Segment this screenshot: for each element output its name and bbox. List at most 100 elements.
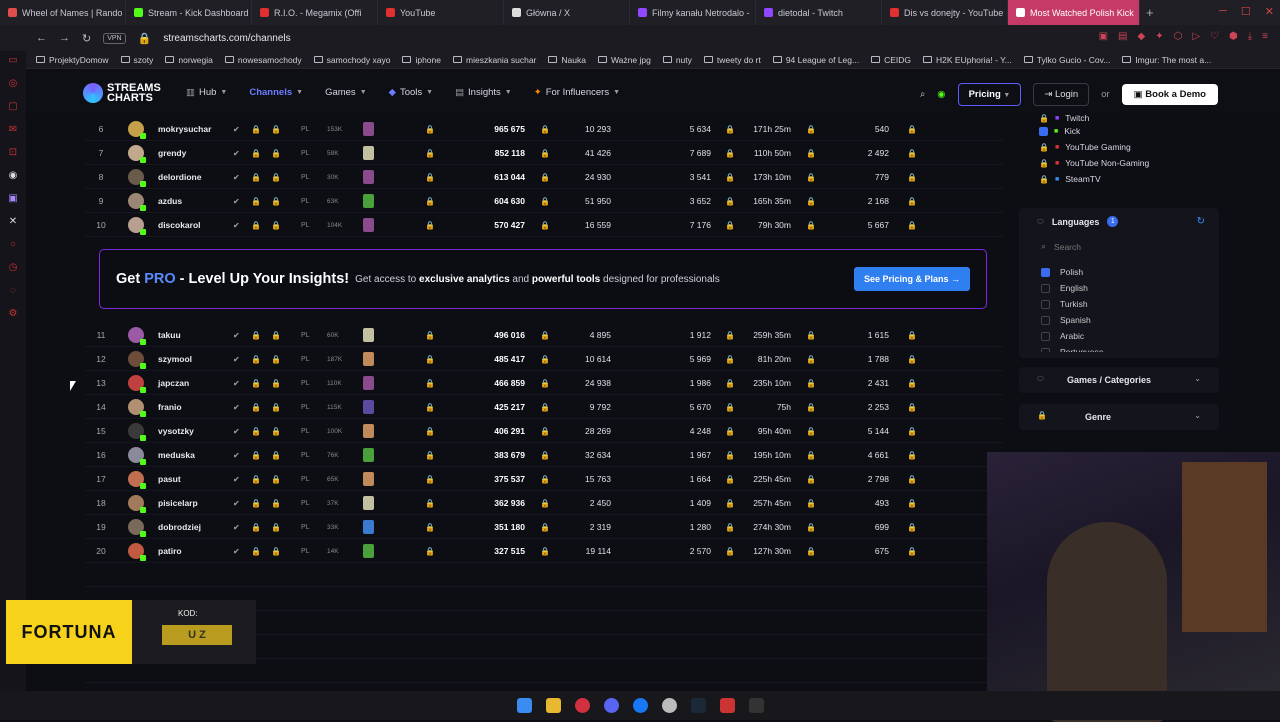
login-button[interactable]: ⇥ Login (1033, 83, 1090, 106)
bookmark-item[interactable]: Ważne jpg (597, 55, 651, 65)
channel-name-link[interactable]: takuu (158, 323, 181, 347)
sidebar-app-icon[interactable]: ◉ (9, 170, 18, 181)
bookmark-item[interactable]: tweety do rt (703, 55, 761, 65)
extension-icon[interactable]: ⬢ (1229, 31, 1238, 42)
avatar[interactable] (128, 471, 146, 489)
bookmark-item[interactable]: nuty (662, 55, 692, 65)
heart-icon[interactable]: ♡ (1210, 31, 1219, 42)
menu-icon[interactable]: ≡ (1262, 31, 1268, 42)
sidebar-app-icon[interactable]: ⊡ (9, 147, 17, 158)
avatar[interactable] (128, 351, 146, 369)
bookmark-item[interactable]: szoty (120, 55, 153, 65)
table-row[interactable]: 11 takuu ✔ 🔒 🔒 PL 60K 🔒 🔒 🔒 🔒 496 016 4 895 1 912 259h… (85, 323, 1003, 347)
genre-panel[interactable]: 🔒 Genre ⌄ (1019, 404, 1219, 430)
extension-icon[interactable]: ▤ (1118, 31, 1127, 42)
bookmark-item[interactable]: samochody xayo (313, 55, 390, 65)
game-thumbnail[interactable] (363, 194, 374, 208)
sidebar-app-icon[interactable]: ○ (10, 239, 16, 250)
see-pricing-button[interactable]: See Pricing & Plans → (853, 267, 970, 291)
table-row[interactable]: 6 mokrysuchar ✔ 🔒 🔒 PL 153K 🔒 🔒 🔒 🔒 965 675 10 293 5 … (85, 117, 1003, 141)
avatar[interactable] (128, 447, 146, 465)
channel-name-link[interactable]: patiro (158, 539, 182, 563)
table-row[interactable]: 12 szymool ✔ 🔒 🔒 PL 187K 🔒 🔒 🔒 🔒 485 417 10 614 5 969… (85, 347, 1003, 371)
avatar[interactable] (128, 327, 146, 345)
bookmark-item[interactable]: Tylko Gucio - Cov... (1023, 55, 1110, 65)
reset-icon[interactable]: ↻ (1197, 216, 1205, 227)
nav-channels[interactable]: Channels ▼ (249, 87, 303, 98)
browser-tab[interactable]: dietodal - Twitch (756, 0, 882, 25)
bookmark-item[interactable]: norwegia (165, 55, 213, 65)
sidebar-app-icon[interactable]: ◎ (9, 78, 18, 89)
channel-name-link[interactable]: delordione (158, 165, 201, 189)
table-row[interactable]: 20 patiro ✔ 🔒 🔒 PL 14K 🔒 🔒 🔒 🔒 327 515 19 114 2 570 12… (85, 539, 1003, 563)
game-thumbnail[interactable] (363, 376, 374, 390)
checkbox[interactable] (1041, 267, 1050, 277)
game-thumbnail[interactable] (363, 496, 374, 510)
opera-browser-icon[interactable] (574, 698, 590, 713)
nav-influencers[interactable]: ✦ For Influencers ▼ (534, 87, 620, 98)
language-search[interactable]: ⌕ Search (1041, 241, 1081, 252)
game-thumbnail[interactable] (363, 448, 374, 462)
language-filter-item[interactable]: Arabic (1019, 328, 1219, 344)
game-thumbnail[interactable] (363, 520, 374, 534)
bookmark-item[interactable]: mieszkania suchar (453, 55, 536, 65)
platform-filter-item[interactable]: ■ Kick (1019, 123, 1219, 139)
game-thumbnail[interactable] (363, 122, 374, 136)
table-row[interactable]: 10 discokarol ✔ 🔒 🔒 PL 104K 🔒 🔒 🔒 🔒 570 427 16 559 7 … (85, 213, 1003, 237)
forward-icon[interactable]: → (59, 32, 70, 44)
checkbox[interactable] (1041, 299, 1050, 309)
browser-tab[interactable]: Wheel of Names | Rando (0, 0, 126, 25)
table-row[interactable]: 19 dobrodziej ✔ 🔒 🔒 PL 33K 🔒 🔒 🔒 🔒 351 180 2 319 1 28… (85, 515, 1003, 539)
bookmark-item[interactable]: 94 League of Leg... (772, 55, 859, 65)
avatar[interactable] (128, 193, 146, 211)
channel-name-link[interactable]: dobrodziej (158, 515, 201, 539)
nav-hub[interactable]: ▥ Hub ▼ (186, 87, 227, 98)
avatar[interactable] (128, 145, 146, 163)
platform-filter-item[interactable]: 🔒 ■ SteamTV (1019, 171, 1219, 187)
platform-filter-item[interactable]: 🔒 ■ Twitch (1019, 113, 1219, 123)
table-row[interactable]: 7 grendy ✔ 🔒 🔒 PL 58K 🔒 🔒 🔒 🔒 852 118 41 426 7 689 110… (85, 141, 1003, 165)
vpn-app-icon[interactable] (719, 698, 735, 713)
table-row[interactable]: 9 azdus ✔ 🔒 🔒 PL 63K 🔒 🔒 🔒 🔒 604 630 51 950 3 652 165h… (85, 189, 1003, 213)
sidebar-app-icon[interactable]: ◷ (9, 262, 18, 273)
channel-name-link[interactable]: franio (158, 395, 182, 419)
game-thumbnail[interactable] (363, 218, 374, 232)
back-icon[interactable]: ← (36, 32, 47, 44)
channel-name-link[interactable]: pisicelarp (158, 491, 198, 515)
avatar[interactable] (128, 543, 146, 561)
channel-name-link[interactable]: meduska (158, 443, 195, 467)
avatar[interactable] (128, 217, 146, 235)
channel-name-link[interactable]: japczan (158, 371, 189, 395)
game-thumbnail[interactable] (363, 146, 374, 160)
minimize-icon[interactable]: ─ (1219, 5, 1227, 18)
checkbox[interactable] (1041, 331, 1050, 341)
channel-name-link[interactable]: szymool (158, 347, 192, 371)
sidebar-app-icon[interactable]: ▣ (8, 193, 17, 204)
sidebar-app-icon[interactable]: ▢ (8, 101, 17, 112)
platform-filter-item[interactable]: 🔒 ■ YouTube Non-Gaming (1019, 155, 1219, 171)
channel-name-link[interactable]: azdus (158, 189, 182, 213)
table-row[interactable]: 18 pisicelarp ✔ 🔒 🔒 PL 37K 🔒 🔒 🔒 🔒 362 936 2 450 1 40… (85, 491, 1003, 515)
languages-header[interactable]: ⬭ Languages 1 (1037, 216, 1119, 227)
avatar[interactable] (128, 121, 146, 139)
browser-tab[interactable]: Filmy kanału Netrodalo - (630, 0, 756, 25)
settings-icon[interactable]: ⚙ (9, 308, 18, 319)
search-icon[interactable]: ⌕ (920, 89, 925, 100)
sidebar-app-icon[interactable]: ◌ (10, 285, 16, 296)
sidebar-app-icon[interactable]: ▭ (8, 55, 17, 66)
table-row[interactable]: 8 delordione ✔ 🔒 🔒 PL 30K 🔒 🔒 🔒 🔒 613 044 24 930 3 54… (85, 165, 1003, 189)
game-thumbnail[interactable] (363, 544, 374, 558)
game-thumbnail[interactable] (363, 352, 374, 366)
notifications-icon[interactable]: ◉ (937, 89, 945, 100)
bookmark-item[interactable]: H2K EUphoria! - Y... (923, 55, 1012, 65)
steam-icon[interactable] (690, 698, 706, 713)
checkbox[interactable] (1041, 347, 1050, 352)
bookmark-item[interactable]: CEIDG (871, 55, 911, 65)
language-filter-item[interactable]: Spanish (1019, 312, 1219, 328)
channel-name-link[interactable]: discokarol (158, 213, 201, 237)
bookmark-item[interactable]: Nauka (548, 55, 586, 65)
game-thumbnail[interactable] (363, 472, 374, 486)
table-row[interactable]: 17 pasut ✔ 🔒 🔒 PL 65K 🔒 🔒 🔒 🔒 375 537 15 763 1 664 225… (85, 467, 1003, 491)
checkbox[interactable] (1041, 315, 1050, 325)
chrome-icon[interactable] (661, 698, 677, 713)
